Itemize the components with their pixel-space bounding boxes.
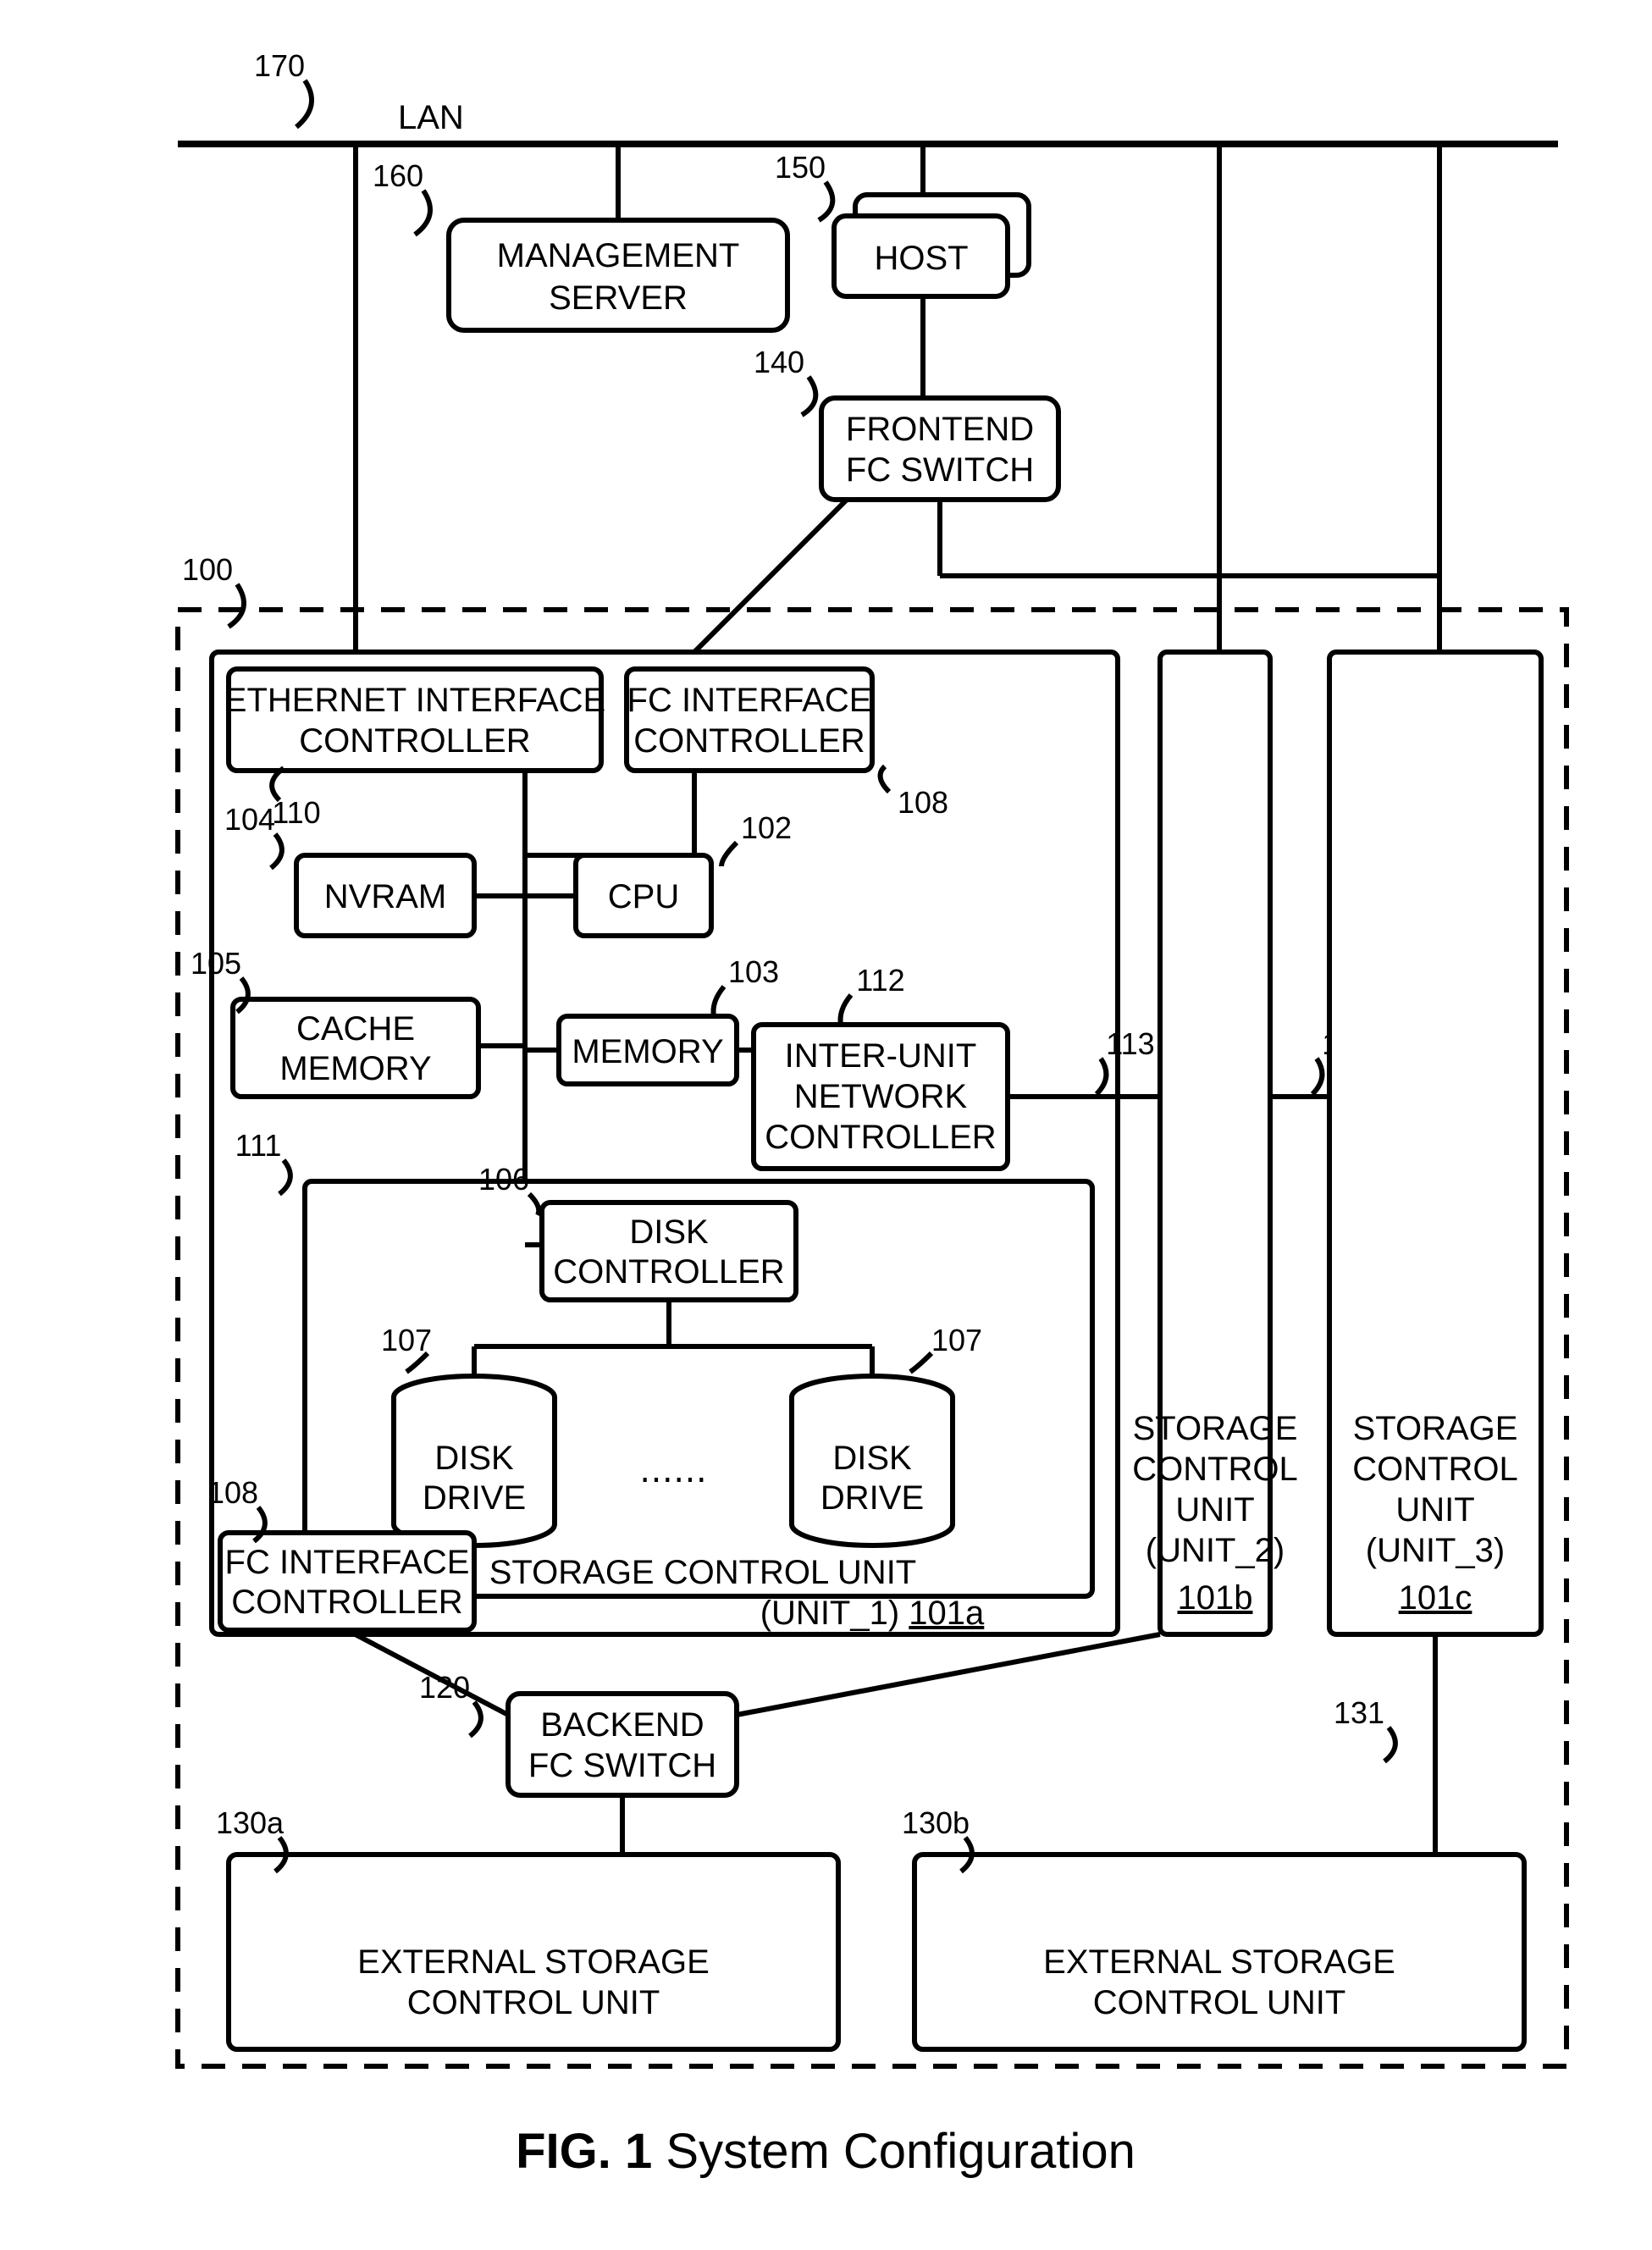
frontend-fc-label1: FRONTEND — [846, 411, 1034, 448]
host-label: HOST — [874, 240, 968, 277]
ref-102: 102 — [741, 810, 792, 845]
svg-text:FC INTERFACE: FC INTERFACE — [225, 1544, 470, 1581]
svg-text:UNIT: UNIT — [1175, 1491, 1254, 1529]
svg-text:DRIVE: DRIVE — [423, 1479, 526, 1517]
svg-text:CONTROLLER: CONTROLLER — [633, 722, 865, 760]
svg-text:(UNIT_3): (UNIT_3) — [1366, 1532, 1505, 1569]
svg-text:INTER-UNIT: INTER-UNIT — [785, 1037, 977, 1075]
svg-text:CONTROL: CONTROL — [1132, 1451, 1298, 1488]
ref-113a: 113 — [1106, 1026, 1154, 1061]
ref-170: 170 — [254, 48, 305, 83]
ref-105: 105 — [191, 946, 241, 981]
svg-text:DISK: DISK — [434, 1440, 514, 1477]
ref-150: 150 — [775, 150, 826, 185]
svg-text:CONTROL: CONTROL — [1352, 1451, 1518, 1488]
ref-100: 100 — [182, 552, 233, 587]
ref-107a: 107 — [381, 1323, 432, 1357]
management-server-label: MANAGEMENT — [497, 237, 740, 274]
management-server-label2: SERVER — [549, 279, 688, 317]
svg-text:MEMORY: MEMORY — [279, 1050, 431, 1087]
ref-160: 160 — [373, 158, 423, 193]
ref-140: 140 — [754, 345, 804, 379]
ref-111: 111 — [235, 1128, 282, 1163]
svg-text:STORAGE: STORAGE — [1133, 1410, 1298, 1447]
figure-caption: FIG. 1 System Configuration — [516, 2124, 1135, 2179]
disk-drive-2: DISK DRIVE — [792, 1376, 953, 1545]
svg-text:UNIT: UNIT — [1395, 1491, 1474, 1529]
ref-108b: 108 — [207, 1475, 258, 1510]
svg-text:EXTERNAL STORAGE: EXTERNAL STORAGE — [1043, 1943, 1395, 1981]
svg-text:NETWORK: NETWORK — [794, 1078, 968, 1115]
scu1-unit: (UNIT_1) 101a — [760, 1595, 985, 1632]
svg-text:STORAGE: STORAGE — [1353, 1410, 1518, 1447]
svg-text:CONTROL UNIT: CONTROL UNIT — [1093, 1984, 1346, 2021]
svg-text:CONTROL UNIT: CONTROL UNIT — [407, 1984, 660, 2021]
ref-104: 104 — [224, 802, 275, 837]
svg-text:CONTROLLER: CONTROLLER — [299, 722, 530, 760]
svg-text:(UNIT_2): (UNIT_2) — [1146, 1532, 1285, 1569]
svg-text:DISK: DISK — [832, 1440, 912, 1477]
svg-text:CONTROLLER: CONTROLLER — [553, 1253, 784, 1291]
frontend-fc-label2: FC SWITCH — [846, 451, 1034, 489]
ref-107b: 107 — [931, 1323, 982, 1357]
svg-text:MEMORY: MEMORY — [572, 1033, 723, 1070]
svg-text:101b: 101b — [1178, 1579, 1253, 1617]
ref-108: 108 — [898, 785, 948, 820]
ref-131: 131 — [1334, 1695, 1384, 1730]
scu1-caption: STORAGE CONTROL UNIT — [489, 1554, 917, 1591]
svg-text:NVRAM: NVRAM — [324, 878, 446, 915]
ref-103: 103 — [728, 954, 779, 989]
svg-text:ETHERNET INTERFACE: ETHERNET INTERFACE — [224, 682, 605, 719]
ref-120: 120 — [419, 1670, 470, 1705]
svg-text:CACHE: CACHE — [296, 1010, 415, 1048]
svg-text:CPU: CPU — [608, 878, 679, 915]
disk-drive-1: DISK DRIVE — [394, 1376, 555, 1545]
svg-text:DISK: DISK — [629, 1213, 709, 1251]
ref-130a: 130a — [216, 1805, 285, 1840]
svg-text:101c: 101c — [1399, 1579, 1472, 1617]
ref-106: 106 — [478, 1162, 529, 1197]
lan-label: LAN — [398, 99, 464, 136]
svg-text:BACKEND: BACKEND — [540, 1706, 704, 1744]
ref-110: 110 — [272, 795, 320, 830]
svg-text:EXTERNAL STORAGE: EXTERNAL STORAGE — [357, 1943, 710, 1981]
ref-130b: 130b — [902, 1805, 970, 1840]
svg-text:CONTROLLER: CONTROLLER — [231, 1584, 462, 1621]
svg-text:DRIVE: DRIVE — [820, 1479, 924, 1517]
svg-text:CONTROLLER: CONTROLLER — [765, 1119, 996, 1156]
svg-text:FC SWITCH: FC SWITCH — [528, 1747, 716, 1784]
ref-112: 112 — [856, 963, 904, 998]
svg-text:FC INTERFACE: FC INTERFACE — [627, 682, 872, 719]
ellipsis: ⋯⋯ — [639, 1461, 707, 1498]
